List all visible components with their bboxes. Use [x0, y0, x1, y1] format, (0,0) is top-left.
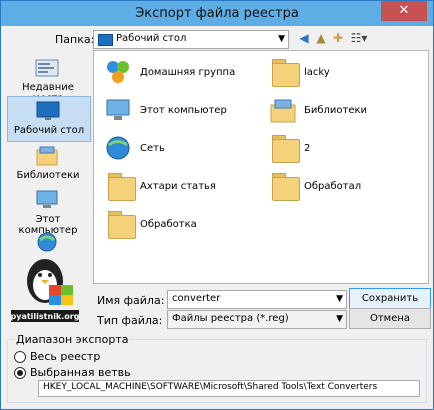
place-label: Рабочий стол	[13, 125, 85, 136]
list-item-akhtari[interactable]: Ахтари статья	[100, 169, 250, 205]
list-item-libraries[interactable]: Библиотеки	[264, 93, 414, 129]
folder-label: Папка:	[55, 33, 95, 46]
item-label: Обработка	[140, 219, 197, 230]
folder-icon	[104, 171, 136, 201]
libraries-icon	[270, 99, 296, 123]
place-recent[interactable]: Недавние места	[7, 54, 89, 104]
list-item-lacky[interactable]: lacky	[264, 55, 414, 91]
option-all-label[interactable]: Весь реестр	[30, 350, 100, 363]
export-dialog: Экспорт файла реестра ✕ Папка: Рабочий с…	[0, 0, 434, 410]
watermark-logo: pyatilistnik.org	[11, 259, 80, 322]
computer-icon	[106, 99, 130, 120]
view-menu-icon[interactable]: ☷▾	[348, 30, 370, 47]
file-type-label: Тип файла:	[97, 314, 163, 327]
places-bar: Недавние места Рабочий стол Библиотеки Э…	[7, 50, 91, 380]
item-label: 2	[304, 143, 311, 154]
item-label: Сеть	[140, 143, 165, 154]
item-label: Обработал	[304, 181, 362, 192]
file-name-label: Имя файла:	[97, 294, 165, 307]
chevron-down-icon: ▼	[278, 34, 285, 44]
chevron-down-icon[interactable]: ▼	[336, 294, 343, 304]
place-label: Библиотеки	[16, 170, 80, 181]
item-label: lacky	[304, 67, 330, 78]
recent-places-icon	[35, 59, 59, 77]
desktop-icon	[98, 34, 113, 46]
save-button[interactable]: Сохранить	[349, 288, 431, 309]
folder-value: Рабочий стол	[116, 33, 187, 44]
radio-selected-branch[interactable]	[14, 367, 26, 379]
place-desktop[interactable]: Рабочий стол	[7, 96, 91, 142]
title-bar[interactable]: Экспорт файла реестра ✕	[1, 1, 433, 26]
desktop-icon	[36, 101, 60, 120]
back-icon[interactable]: ◀	[297, 30, 311, 47]
file-name-value: converter	[172, 293, 221, 304]
place-libraries[interactable]: Библиотеки	[7, 142, 89, 186]
new-folder-icon[interactable]: ✚	[331, 30, 345, 47]
list-item-obrabotal[interactable]: Обработал	[264, 169, 414, 205]
file-type-value: Файлы реестра (*.reg)	[172, 313, 289, 324]
radio-all-registry[interactable]	[14, 351, 26, 363]
libraries-icon	[36, 146, 58, 166]
network-icon	[37, 232, 57, 252]
close-button[interactable]: ✕	[381, 1, 427, 21]
list-item-network[interactable]: Сеть	[100, 131, 250, 167]
item-label: Ахтари статья	[140, 181, 216, 192]
branch-path-value: HKEY_LOCAL_MACHINE\SOFTWARE\Microsoft\Sh…	[43, 382, 378, 392]
window-title: Экспорт файла реестра	[135, 6, 299, 21]
file-list[interactable]: Домашняя группа lacky Этот компьютер Биб…	[93, 50, 429, 284]
export-range-legend: Диапазон экспорта	[14, 333, 131, 346]
place-computer[interactable]: Этот компьютер	[7, 186, 89, 236]
list-item-2[interactable]: 2	[264, 131, 414, 167]
watermark-text: pyatilistnik.org	[11, 312, 80, 321]
list-item-homegroup[interactable]: Домашняя группа	[100, 55, 250, 91]
list-item-obrabotka[interactable]: Обработка	[100, 207, 250, 243]
network-icon	[106, 136, 130, 160]
item-label: Домашняя группа	[140, 67, 236, 78]
option-branch-label[interactable]: Выбранная ветвь	[30, 366, 131, 379]
chevron-down-icon[interactable]: ▼	[336, 314, 343, 324]
computer-icon	[36, 190, 58, 208]
up-folder-icon[interactable]: ▲	[314, 30, 328, 47]
cancel-button[interactable]: Отмена	[349, 308, 431, 329]
item-label: Библиотеки	[304, 105, 368, 116]
file-name-input[interactable]: converter ▼	[167, 290, 347, 309]
item-label: Этот компьютер	[140, 105, 227, 116]
user-folder-icon	[268, 57, 300, 87]
branch-path-input[interactable]: HKEY_LOCAL_MACHINE\SOFTWARE\Microsoft\Sh…	[38, 380, 420, 397]
file-type-select[interactable]: Файлы реестра (*.reg) ▼	[167, 310, 347, 329]
export-range-group: Диапазон экспорта Весь реестр Выбранная …	[7, 333, 427, 403]
folder-icon	[268, 133, 300, 163]
folder-icon	[104, 209, 136, 239]
list-item-computer[interactable]: Этот компьютер	[100, 93, 250, 129]
homegroup-icon	[107, 61, 129, 83]
folder-combo[interactable]: Рабочий стол ▼	[93, 30, 289, 49]
folder-icon	[268, 171, 300, 201]
